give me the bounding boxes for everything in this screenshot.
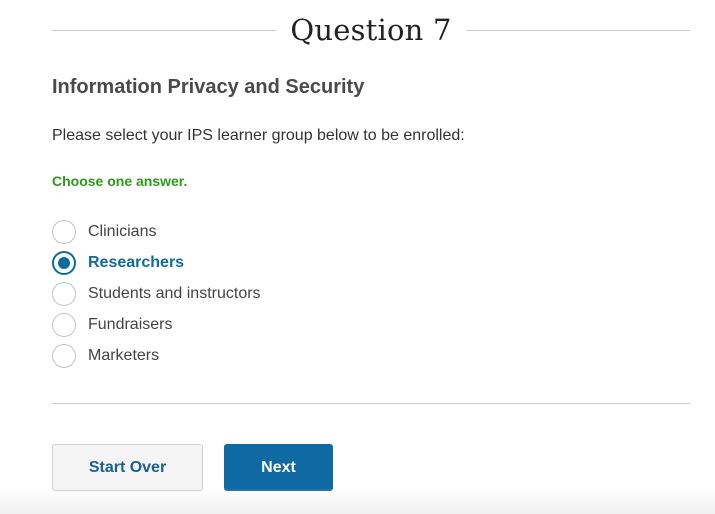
question-header: Question 7 <box>52 8 691 52</box>
question-prompt: Please select your IPS learner group bel… <box>52 127 465 144</box>
question-number-title: Question 7 <box>290 13 452 47</box>
header-rule-left <box>52 29 277 31</box>
section-title: Information Privacy and Security <box>52 76 365 98</box>
header-rule-right <box>465 29 691 31</box>
option-label: Marketers <box>88 346 160 364</box>
answer-options: Clinicians Researchers Students and inst… <box>52 216 261 371</box>
bottom-fade <box>0 488 715 514</box>
option-label: Fundraisers <box>88 315 173 333</box>
option-marketers[interactable]: Marketers <box>52 340 261 371</box>
next-button[interactable]: Next <box>224 444 333 491</box>
radio-dot <box>58 256 70 269</box>
radio-button[interactable] <box>52 281 76 306</box>
option-label: Clinicians <box>88 222 157 240</box>
option-students-and-instructors[interactable]: Students and instructors <box>52 278 261 309</box>
start-over-button[interactable]: Start Over <box>52 444 203 491</box>
radio-button[interactable] <box>52 343 76 368</box>
option-researchers[interactable]: Researchers <box>52 247 261 278</box>
radio-button[interactable] <box>52 312 76 337</box>
radio-button[interactable] <box>52 250 76 275</box>
option-label: Researchers <box>88 253 185 271</box>
option-clinicians[interactable]: Clinicians <box>52 216 261 247</box>
option-fundraisers[interactable]: Fundraisers <box>52 309 261 340</box>
option-label: Students and instructors <box>88 284 261 302</box>
radio-button[interactable] <box>52 219 76 244</box>
section-divider <box>52 403 690 404</box>
answer-hint: Choose one answer. <box>52 173 188 189</box>
